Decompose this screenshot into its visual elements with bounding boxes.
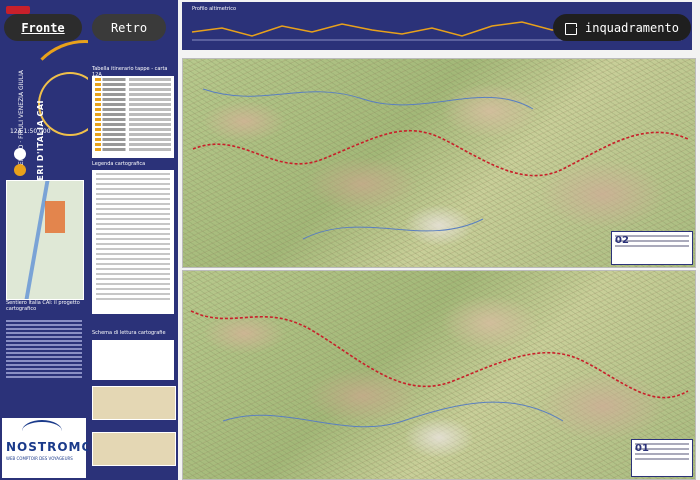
itinerary-table xyxy=(92,76,174,158)
map-legend xyxy=(92,170,174,314)
badge-icon xyxy=(14,164,26,176)
map-scale: 1:50.000 xyxy=(23,128,51,135)
map-panel-01: 01 xyxy=(182,270,696,480)
project-title: Sentiero Italia CAI: il progetto cartogr… xyxy=(6,300,80,312)
panel-number: 01 xyxy=(635,443,649,454)
publisher-name: NOSTROMO xyxy=(6,440,88,454)
publisher-logo: NOSTROMO WEB COMPTOIR DES VOYAGEURS xyxy=(2,418,88,478)
route-overlay xyxy=(190,310,689,428)
minimap-river xyxy=(24,181,50,299)
cai-logo xyxy=(6,6,30,14)
publisher-tagline: WEB COMPTOIR DES VOYAGEURS xyxy=(6,456,73,461)
scheme-thumbnail xyxy=(92,386,176,420)
map-sheet: SENTIERI D'ITALIA CAI VENETO · FRIULI VE… xyxy=(0,0,700,480)
publisher-arch-icon xyxy=(22,420,62,442)
front-label: Fronte xyxy=(21,20,65,35)
sheet-number: 12A xyxy=(10,128,22,135)
legend-title: Legenda cartografica xyxy=(92,161,146,167)
overview-minimap xyxy=(6,180,84,300)
scheme-thumbnail xyxy=(92,432,176,466)
minimap-highlight xyxy=(45,201,65,233)
map-panel-02: 02 xyxy=(182,58,696,268)
reading-scheme xyxy=(92,340,174,380)
cover-scale: 12A 1:50.000 xyxy=(10,128,51,135)
back-label: Retro xyxy=(110,20,148,35)
crop-frame-icon xyxy=(563,21,577,35)
project-text xyxy=(6,318,82,408)
cover-panel: SENTIERI D'ITALIA CAI VENETO · FRIULI VE… xyxy=(0,0,88,480)
scheme-title: Schema di lettura cartografie xyxy=(92,330,166,336)
panel-number: 02 xyxy=(615,235,629,246)
framing-button[interactable]: inquadramento xyxy=(553,14,691,41)
info-panel: Tabella itinerario tappe - carta 12A Leg… xyxy=(88,0,178,480)
front-side-button[interactable]: Fronte xyxy=(4,14,82,41)
back-side-button[interactable]: Retro xyxy=(92,14,166,41)
framing-label: inquadramento xyxy=(585,20,679,35)
badge-icon xyxy=(14,148,26,160)
